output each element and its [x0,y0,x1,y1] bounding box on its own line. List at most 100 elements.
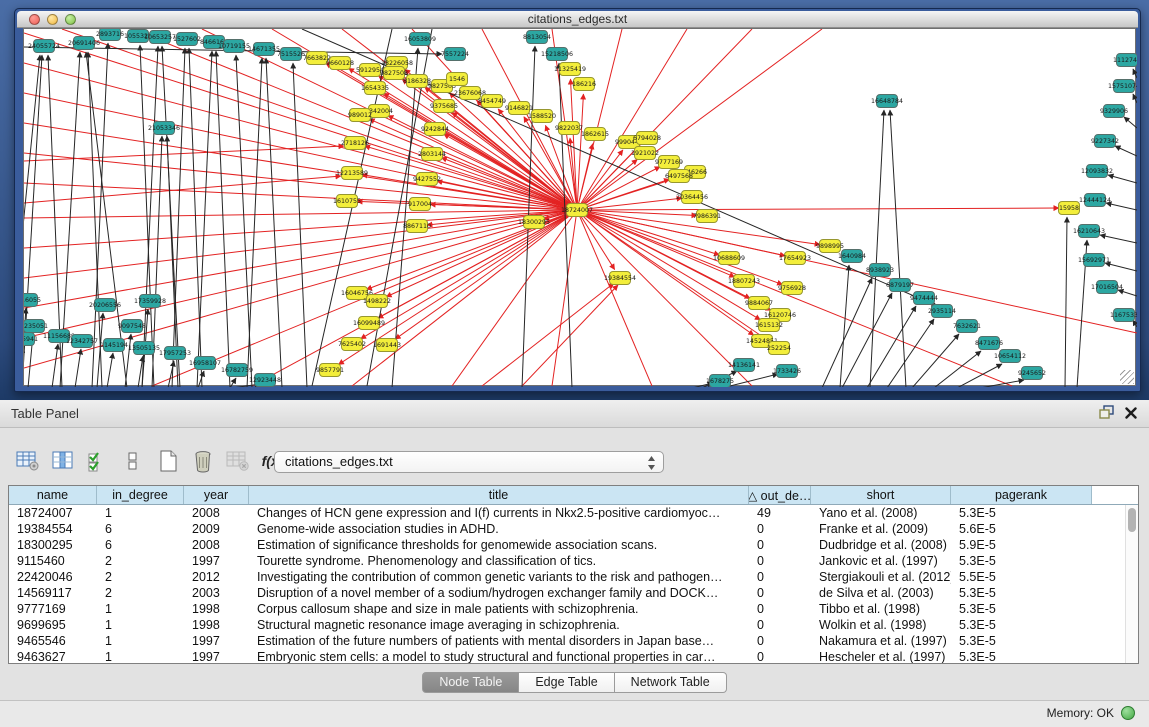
table-cell[interactable]: 2008 [184,537,249,553]
graph-node[interactable]: 15958 [1059,202,1080,215]
table-cell[interactable]: 0 [749,569,811,585]
graph-node[interactable]: 8813054 [523,31,551,44]
table-cell[interactable]: 18300295 [9,537,97,553]
graph-node[interactable]: 1610755 [333,195,361,208]
window-titlebar[interactable]: citations_edges.txt [17,11,1138,28]
graph-node[interactable]: 8867110 [403,220,431,233]
table-cell[interactable]: Yano et al. (2008) [811,505,951,521]
table-cell[interactable]: 1 [97,649,184,664]
table-cell[interactable]: 2 [97,585,184,601]
graph-node[interactable]: 1167533 [1110,309,1137,322]
table-cell[interactable]: Estimation of the future numbers of pati… [249,633,749,649]
table-cell[interactable]: Tourette syndrome. Phenomenology and cla… [249,553,749,569]
table-cell[interactable]: 1997 [184,633,249,649]
table-cell[interactable]: 5.3E-5 [951,649,1092,664]
table-cell[interactable]: 0 [749,633,811,649]
network-canvas[interactable]: 2405572420691406289371610553251065325715… [23,28,1136,386]
graph-node[interactable]: 6497568 [665,170,693,183]
table-row[interactable]: 969969511998Structural magnetic resonanc… [9,617,1138,633]
graph-node[interactable]: 9777169 [655,156,683,169]
table-cell[interactable]: 1998 [184,617,249,633]
table-cell[interactable]: 0 [749,537,811,553]
table-cell[interactable]: 5.3E-5 [951,633,1092,649]
graph-node[interactable]: 3915941 [24,333,38,346]
graph-node[interactable]: 1546 [447,73,468,86]
graph-node[interactable]: 252254 [767,342,791,355]
network-view-window[interactable]: citations_edges.txt 24055724206914062893… [14,8,1141,392]
graph-node[interactable]: 9427552 [413,173,441,186]
table-cell[interactable]: 5.3E-5 [951,601,1092,617]
graph-node[interactable]: 12444124 [1079,194,1111,207]
graph-node[interactable]: 19384554 [604,272,636,285]
graph-node[interactable]: 7986391 [693,210,721,223]
table-cell[interactable]: 18724007 [9,505,97,521]
graph-node[interactable]: 9329906 [1100,105,1128,118]
delete-rows-button[interactable] [189,448,216,475]
graph-node[interactable]: 7515526 [277,48,305,61]
table-cell[interactable]: 5.9E-5 [951,537,1092,553]
column-header-year[interactable]: year [184,486,249,504]
graph-node[interactable]: 7625402 [338,338,366,351]
graph-node[interactable]: 9375685 [430,100,458,113]
table-cell[interactable]: 1998 [184,601,249,617]
table-cell[interactable]: Structural magnetic resonance image aver… [249,617,749,633]
table-cell[interactable]: 5.6E-5 [951,521,1092,537]
table-row[interactable]: 946554611997Estimation of the future num… [9,633,1138,649]
graph-node[interactable]: 9898995 [816,240,844,253]
graph-node[interactable]: 2718126 [341,137,369,150]
graph-node[interactable]: 16958107 [189,357,221,370]
graph-node[interactable]: 917004 [408,198,432,211]
table-cell[interactable]: 0 [749,617,811,633]
table-cell[interactable]: Investigating the contribution of common… [249,569,749,585]
table-cell[interactable]: Wolkin et al. (1998) [811,617,951,633]
citation-network-graph[interactable]: 2405572420691406289371610553251065325715… [24,29,1137,387]
table-cell[interactable]: 22420046 [9,569,97,585]
graph-node[interactable]: 16648784 [871,95,903,108]
graph-node[interactable]: 9822037 [555,122,583,135]
table-row[interactable]: 2242004622012Investigating the contribut… [9,569,1138,585]
graph-node[interactable]: 2935114 [928,305,956,318]
table-cell[interactable]: 2 [97,553,184,569]
graph-node[interactable]: 989012 [348,109,372,122]
table-cell[interactable]: 1997 [184,553,249,569]
table-cell[interactable]: 1 [97,617,184,633]
table-cell[interactable]: 0 [749,649,811,664]
table-cell[interactable]: de Silva et al. (2003) [811,585,951,601]
table-cell[interactable]: 5.3E-5 [951,553,1092,569]
graph-node[interactable]: 10688609 [713,252,745,265]
row-options-button[interactable] [119,448,146,475]
tab-network-table[interactable]: Network Table [615,672,727,693]
table-cell[interactable]: 2003 [184,585,249,601]
graph-node[interactable]: 6794028 [633,132,661,145]
graph-node[interactable]: 1691443 [373,339,401,352]
float-panel-icon[interactable] [1099,405,1115,425]
table-cell[interactable]: 2009 [184,521,249,537]
table-cell[interactable]: Estimation of significance thresholds fo… [249,537,749,553]
graph-node[interactable]: 1921022 [631,147,659,160]
graph-node[interactable]: 7557224 [441,48,469,61]
graph-node[interactable]: 1615132 [755,319,783,332]
graph-node[interactable]: 8471676 [975,337,1003,350]
graph-node[interactable]: 1733426 [773,365,801,378]
graph-node[interactable]: 186216 [572,78,596,91]
table-row[interactable]: 1938455462009Genome-wide association stu… [9,521,1138,537]
graph-node[interactable]: 17957253 [159,347,191,360]
table-cell[interactable]: Stergiakouli et al. (2012) [811,569,951,585]
graph-node[interactable]: 15218506 [541,48,573,61]
graph-node[interactable]: 8938923 [866,264,894,277]
table-cell[interactable]: 1997 [184,649,249,664]
graph-node[interactable]: 9756928 [778,282,806,295]
table-cell[interactable]: 0 [749,585,811,601]
table-cell[interactable]: 2008 [184,505,249,521]
table-cell[interactable]: Franke et al. (2009) [811,521,951,537]
graph-node[interactable]: 1862615 [581,128,609,141]
graph-node[interactable]: 15751074 [1108,80,1137,93]
graph-node[interactable]: 14136141 [728,359,760,372]
select-columns-button[interactable] [84,448,111,475]
table-cell[interactable]: 6 [97,521,184,537]
table-row[interactable]: 1456911722003Disruption of a novel membe… [9,585,1138,601]
graph-node[interactable]: 6879197 [886,279,914,292]
table-cell[interactable]: Disruption of a novel member of a sodium… [249,585,749,601]
graph-node[interactable]: 9097548 [118,320,146,333]
table-cell[interactable]: 5.3E-5 [951,585,1092,601]
